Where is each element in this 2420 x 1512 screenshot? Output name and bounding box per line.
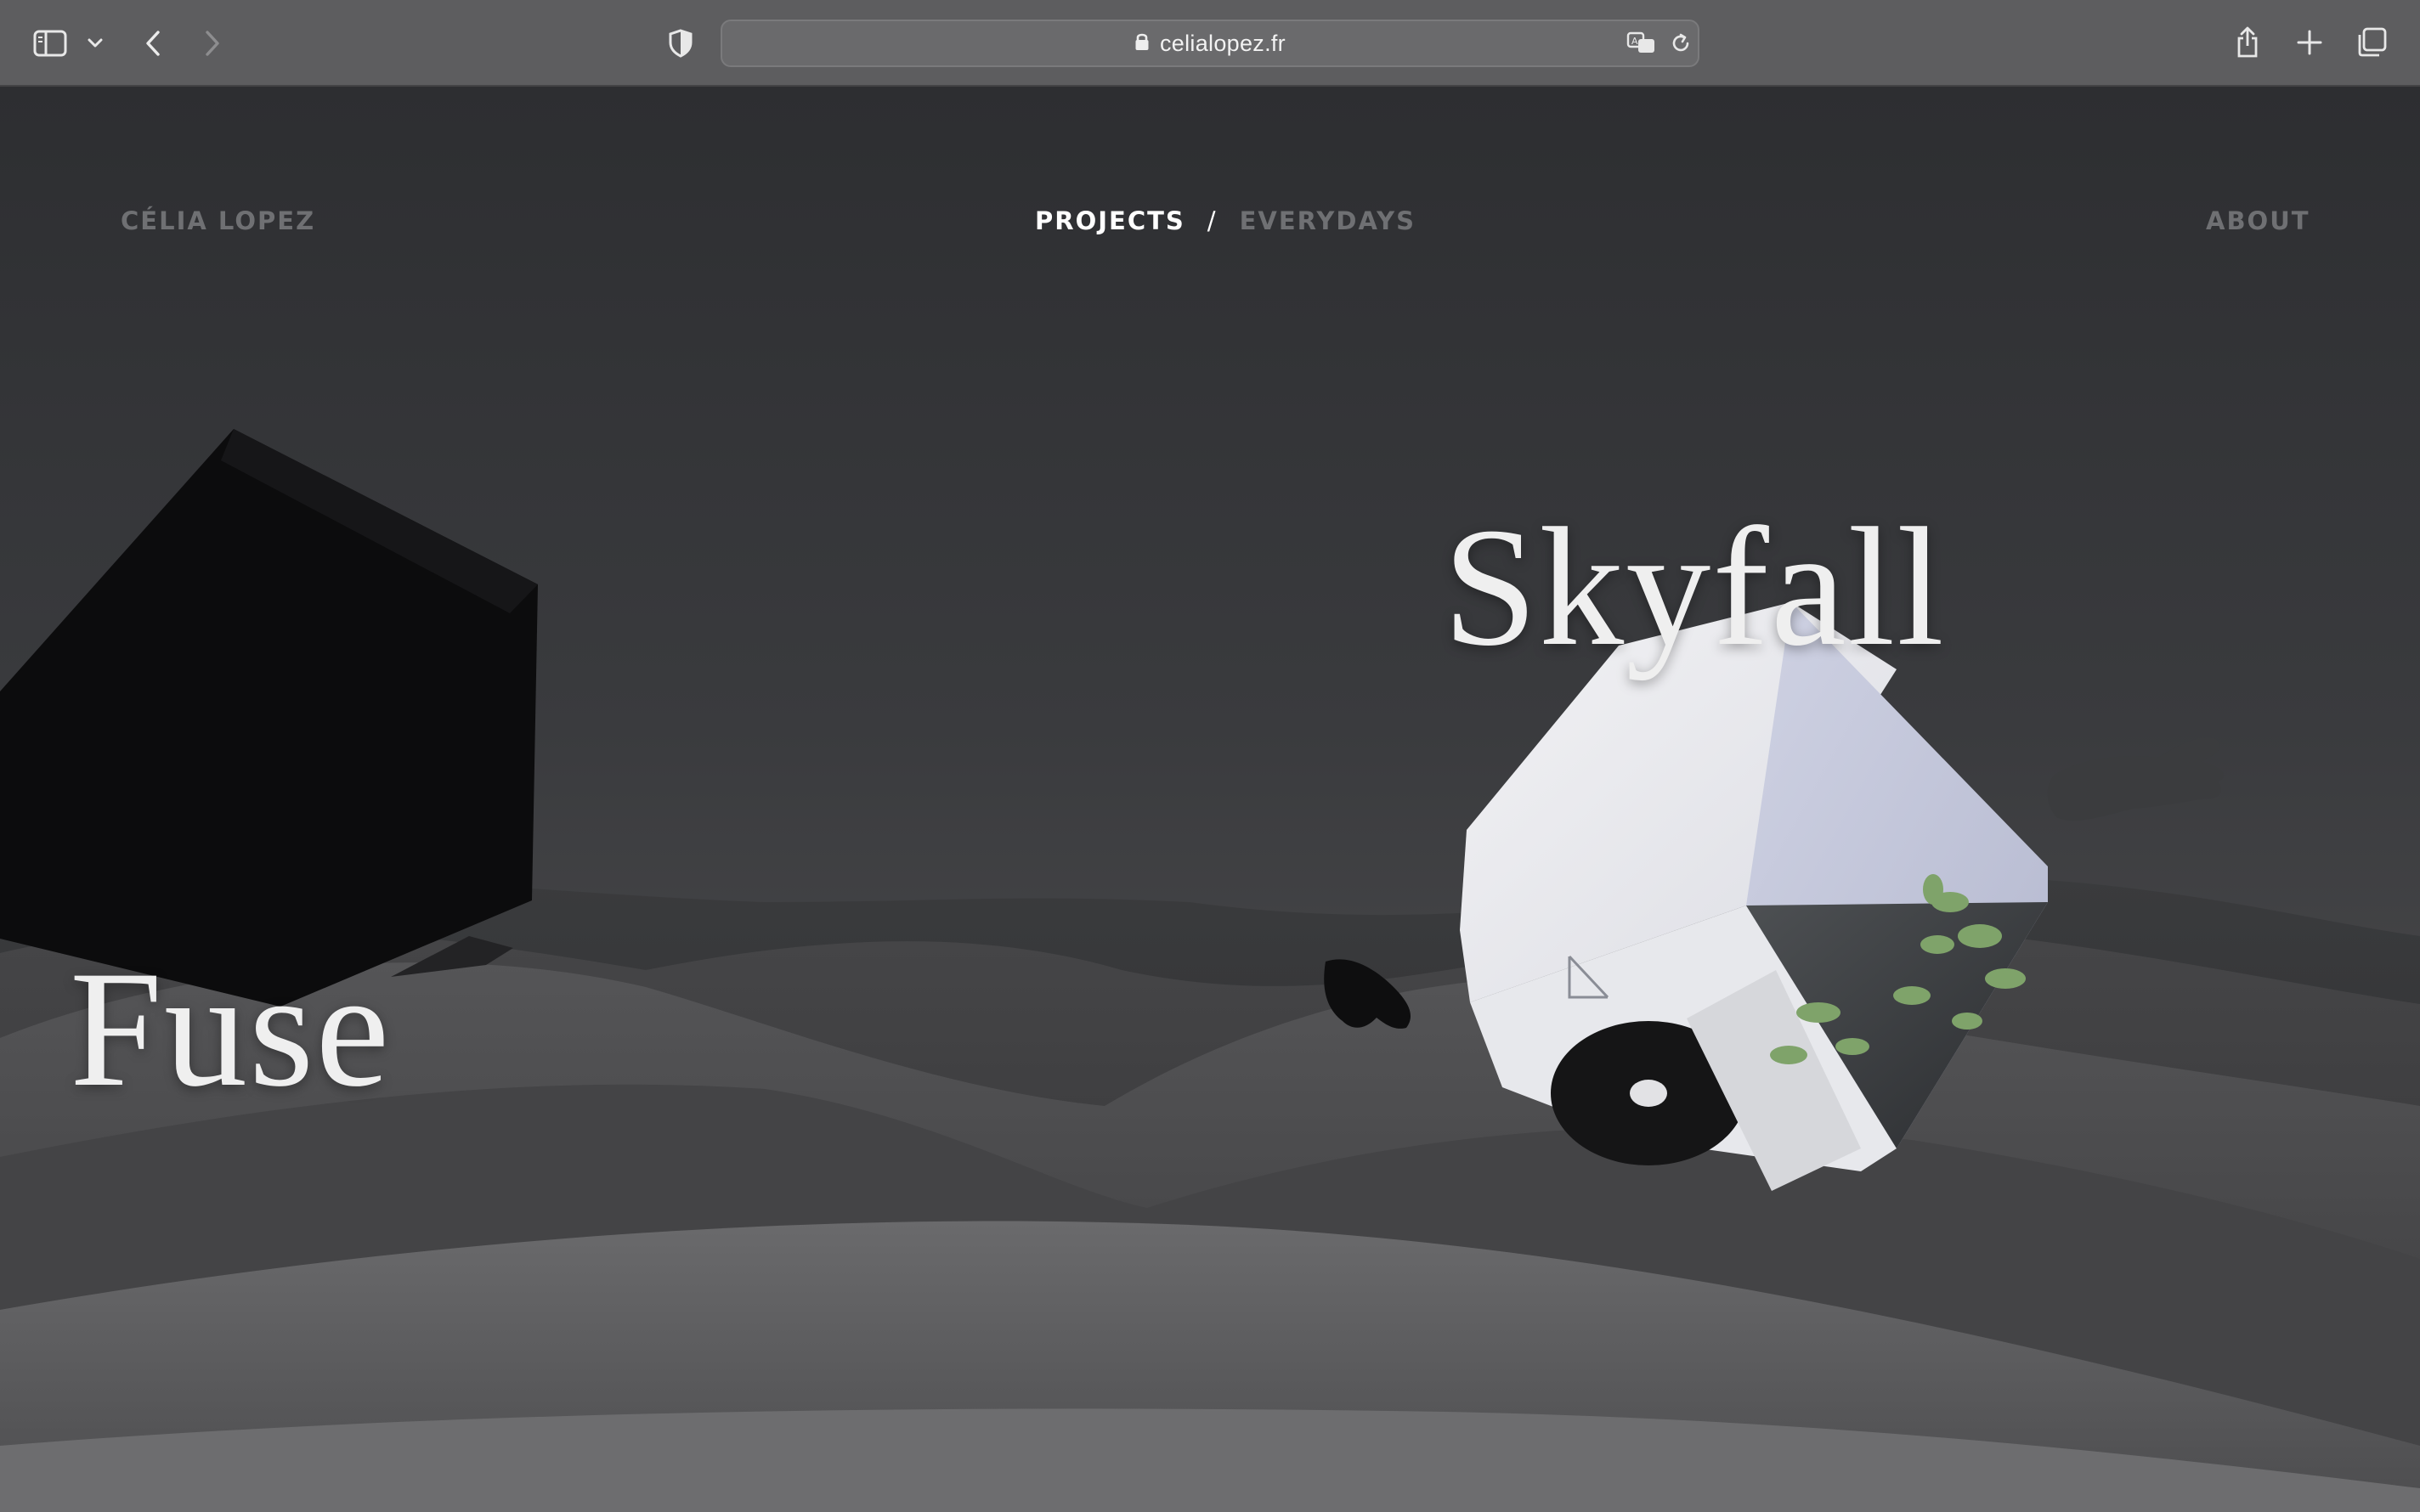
project-title-skyfall[interactable]: Skyfall bbox=[1443, 503, 1946, 673]
svg-text:A: A bbox=[1631, 36, 1638, 47]
forward-button[interactable] bbox=[197, 24, 228, 63]
nav-everydays[interactable]: EVERYDAYS bbox=[1240, 206, 1416, 235]
reload-icon[interactable] bbox=[1665, 28, 1696, 59]
chevron-down-icon[interactable] bbox=[85, 31, 105, 56]
translate-icon[interactable]: A bbox=[1625, 26, 1659, 60]
tabs-icon[interactable] bbox=[2355, 24, 2389, 61]
main-nav: PROJECTS / EVERYDAYS bbox=[1035, 206, 1416, 235]
page-canvas[interactable]: CÉLIA LOPEZ PROJECTS / EVERYDAYS ABOUT S… bbox=[0, 87, 2420, 1512]
nav-separator: / bbox=[1207, 206, 1218, 235]
scene-background bbox=[0, 429, 2420, 1512]
plus-icon[interactable] bbox=[2294, 25, 2325, 59]
lock-icon bbox=[1134, 31, 1150, 56]
nav-about[interactable]: ABOUT bbox=[2206, 206, 2310, 235]
shield-icon[interactable] bbox=[664, 25, 697, 61]
chevron-right-icon bbox=[204, 30, 221, 57]
project-title-fuse[interactable]: Fuse bbox=[70, 946, 391, 1113]
url-text: celialopez.fr bbox=[1160, 30, 1286, 56]
back-button[interactable] bbox=[138, 24, 168, 63]
share-icon[interactable] bbox=[2231, 22, 2264, 63]
sidebar-icon[interactable] bbox=[31, 25, 70, 61]
site-logo[interactable]: CÉLIA LOPEZ bbox=[121, 206, 315, 235]
chevron-left-icon bbox=[144, 30, 161, 57]
nav-projects[interactable]: PROJECTS bbox=[1035, 206, 1185, 235]
address-bar[interactable]: celialopez.fr A bbox=[721, 20, 1699, 67]
browser-toolbar: celialopez.fr A bbox=[0, 0, 2420, 87]
